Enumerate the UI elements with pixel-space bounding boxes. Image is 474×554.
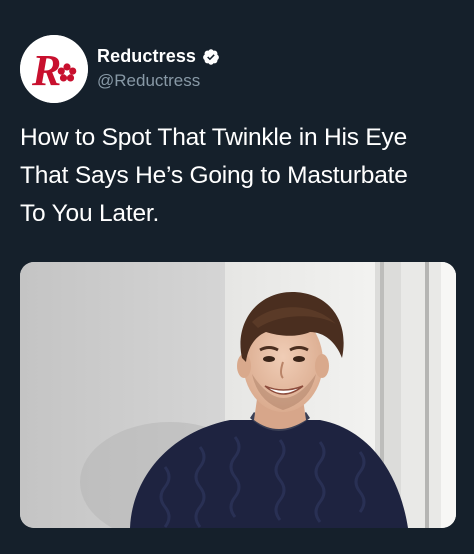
tweet-text-line: How to Spot That Twinkle in His Eye bbox=[20, 124, 407, 151]
tweet-text: How to Spot That Twinkle in His Eye That… bbox=[20, 119, 460, 233]
tweet-media-photo[interactable] bbox=[20, 262, 456, 528]
svg-text:R: R bbox=[31, 46, 61, 95]
avatar[interactable]: R bbox=[20, 35, 88, 103]
reductress-logo-icon: R bbox=[20, 35, 88, 103]
tweet-card: R Reductress @Reductress How to Spot Tha… bbox=[0, 0, 474, 554]
display-name-row[interactable]: Reductress bbox=[97, 46, 220, 67]
tweet-text-line: That Says He’s Going to Masturbate bbox=[20, 162, 408, 189]
photo-smiling-man-icon bbox=[20, 262, 456, 528]
handle[interactable]: @Reductress bbox=[97, 71, 200, 91]
display-name[interactable]: Reductress bbox=[97, 46, 196, 67]
tweet-text-line: To You Later. bbox=[20, 200, 160, 227]
verified-badge-icon bbox=[202, 48, 220, 66]
